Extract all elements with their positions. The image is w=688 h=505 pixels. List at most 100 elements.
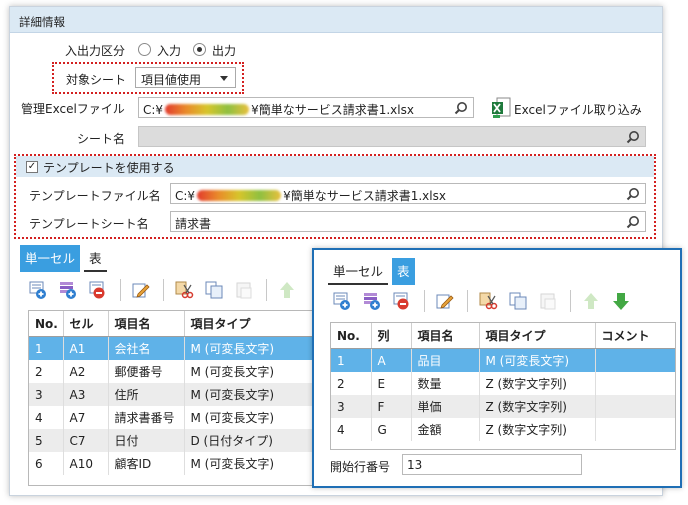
move-down-icon[interactable] [611,291,631,311]
cell-cell[interactable]: A7 [63,406,109,429]
column-header[interactable]: 項目タイプ [184,311,327,337]
tab-table[interactable]: 表 [84,245,107,272]
table-row[interactable]: 4 A7 請求書番号 M (可変長文字) [29,406,327,429]
column-header[interactable]: No. [29,311,64,337]
template-checkbox[interactable]: ✓ [26,161,38,173]
excel-file-input[interactable]: C:¥ ¥簡単なサービス請求書1.xlsx [138,97,474,118]
cell-item-name[interactable]: 請求書番号 [108,406,185,429]
table-row[interactable]: 1 A 品目 M (可変長文字) [331,348,675,372]
table-row[interactable]: 3 A3 住所 M (可変長文字) [29,383,327,406]
delete-row-icon[interactable] [88,280,108,300]
cell-item-type[interactable]: M (可変長文字) [184,452,327,475]
template-file-input[interactable]: C:¥ ¥簡単なサービス請求書1.xlsx [170,183,646,204]
table-row[interactable]: 1 A1 会社名 M (可変長文字) [29,336,327,360]
popup-tab-single-cell[interactable]: 単一セル [328,258,389,285]
cell-item-name[interactable]: 品目 [411,348,480,372]
cell-item-type[interactable]: D (日付タイプ) [184,429,327,452]
cell-no[interactable]: 3 [29,383,64,406]
radio-output[interactable] [193,43,206,56]
cell-item-type[interactable]: M (可変長文字) [184,360,327,383]
cell-no[interactable]: 1 [29,336,64,360]
search-icon[interactable] [626,187,640,201]
cell-item-type[interactable]: Z (数字文字列) [479,418,596,441]
cell-comment[interactable] [595,348,675,372]
cell-column[interactable]: F [371,395,412,418]
column-header[interactable]: No. [331,323,372,349]
cell-item-type[interactable]: M (可変長文字) [184,383,327,406]
cell-comment[interactable] [595,372,675,395]
excel-icon[interactable] [491,97,511,119]
cell-item-type[interactable]: M (可変長文字) [184,336,327,360]
tab-single-cell[interactable]: 単一セル [20,245,81,272]
add-row-icon[interactable] [28,280,48,300]
cut-icon[interactable] [478,291,498,311]
insert-row-icon[interactable] [58,280,78,300]
cell-column[interactable]: G [371,418,412,441]
edit-icon[interactable] [131,280,151,300]
cell-item-type[interactable]: Z (数字文字列) [479,372,596,395]
cell-cell[interactable]: A1 [63,336,109,360]
paste-icon[interactable] [234,280,254,300]
copy-icon[interactable] [204,280,224,300]
cell-item-name[interactable]: 郵便番号 [108,360,185,383]
delete-row-icon[interactable] [392,291,412,311]
cell-cell[interactable]: A2 [63,360,109,383]
template-sheet-input[interactable]: 請求書 [170,211,646,232]
cut-icon[interactable] [174,280,194,300]
cell-comment[interactable] [595,395,675,418]
search-icon[interactable] [454,101,468,115]
table-row[interactable]: 5 C7 日付 D (日付タイプ) [29,429,327,452]
cell-item-type[interactable]: M (可変長文字) [479,348,596,372]
cell-no[interactable]: 4 [331,418,372,441]
popup-tab-table[interactable]: 表 [392,258,415,285]
table-row[interactable]: 2 A2 郵便番号 M (可変長文字) [29,360,327,383]
column-header[interactable]: 項目名 [108,311,185,337]
target-sheet-select[interactable]: 項目値使用 [135,67,236,88]
template-sheet-value: 請求書 [175,217,212,231]
table-row[interactable]: 3 F 単価 Z (数字文字列) [331,395,675,418]
cell-item-name[interactable]: 会社名 [108,336,185,360]
cell-cell[interactable]: A3 [63,383,109,406]
cell-item-name[interactable]: 顧客ID [108,452,185,475]
column-header[interactable]: コメント [595,323,675,349]
insert-row-icon[interactable] [362,291,382,311]
radio-input[interactable] [138,43,151,56]
cell-cell[interactable]: A10 [63,452,109,475]
sheet-name-input[interactable] [138,126,646,147]
table-row[interactable]: 4 G 金額 Z (数字文字列) [331,418,675,441]
cell-no[interactable]: 3 [331,395,372,418]
column-header[interactable]: 列 [371,323,412,349]
column-header[interactable]: 項目タイプ [479,323,596,349]
edit-icon[interactable] [435,291,455,311]
cell-item-name[interactable]: 数量 [411,372,480,395]
column-header[interactable]: セル [63,311,109,337]
cell-column[interactable]: A [371,348,412,372]
table-row[interactable]: 2 E 数量 Z (数字文字列) [331,372,675,395]
cell-item-name[interactable]: 住所 [108,383,185,406]
column-header[interactable]: 項目名 [411,323,480,349]
excel-import-button[interactable]: Excelファイル取り込み [514,101,642,118]
cell-item-type[interactable]: M (可変長文字) [184,406,327,429]
cell-no[interactable]: 1 [331,348,372,372]
paste-icon[interactable] [538,291,558,311]
copy-icon[interactable] [508,291,528,311]
search-icon[interactable] [626,130,640,144]
move-up-icon[interactable] [277,280,297,300]
cell-no[interactable]: 5 [29,429,64,452]
move-up-icon[interactable] [581,291,601,311]
cell-cell[interactable]: C7 [63,429,109,452]
cell-column[interactable]: E [371,372,412,395]
cell-item-name[interactable]: 単価 [411,395,480,418]
cell-no[interactable]: 2 [29,360,64,383]
table-row[interactable]: 6 A10 顧客ID M (可変長文字) [29,452,327,475]
cell-item-name[interactable]: 金額 [411,418,480,441]
cell-comment[interactable] [595,418,675,441]
search-icon[interactable] [626,215,640,229]
add-row-icon[interactable] [332,291,352,311]
start-row-input[interactable]: 13 [402,454,582,475]
cell-no[interactable]: 4 [29,406,64,429]
cell-no[interactable]: 2 [331,372,372,395]
cell-no[interactable]: 6 [29,452,64,475]
cell-item-name[interactable]: 日付 [108,429,185,452]
cell-item-type[interactable]: Z (数字文字列) [479,395,596,418]
